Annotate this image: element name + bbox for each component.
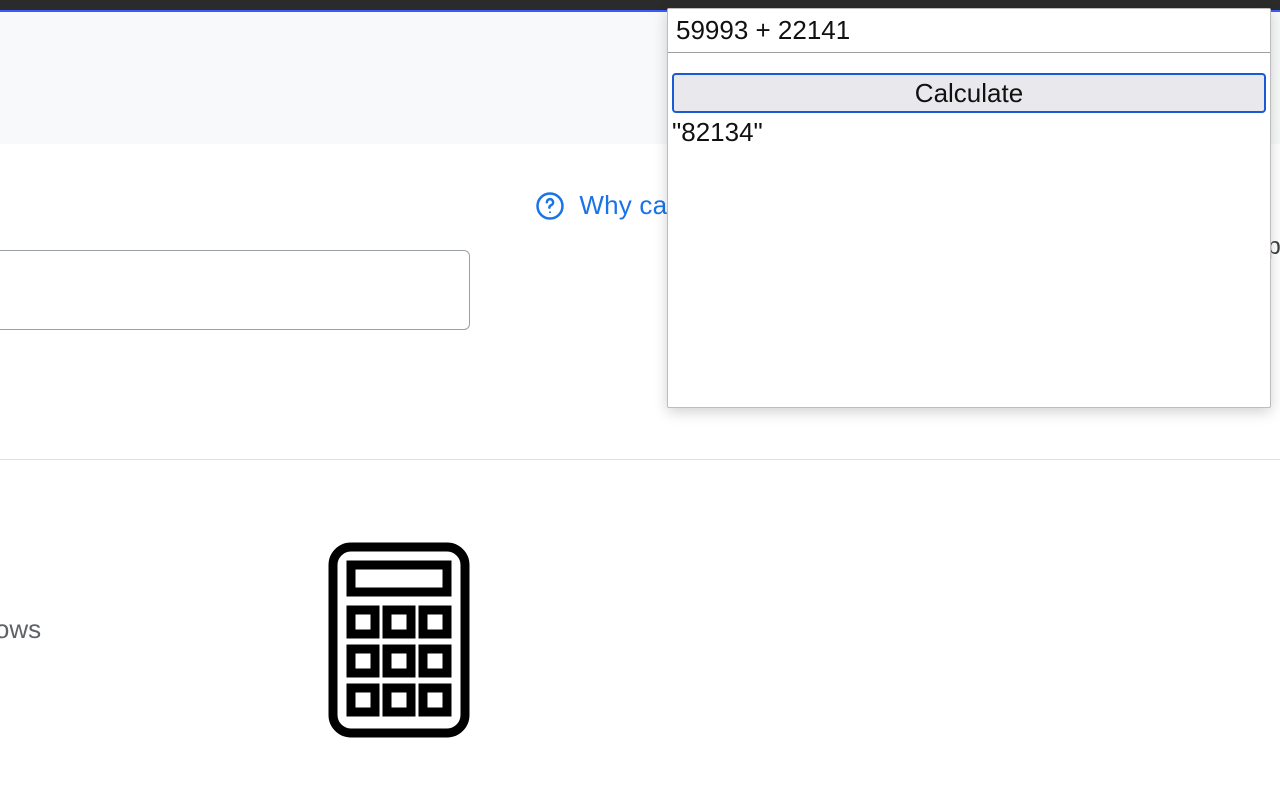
calculator-icon (324, 540, 474, 740)
calculate-button[interactable]: Calculate (672, 73, 1266, 113)
calculator-panel: Calculate "82134" (667, 8, 1271, 408)
section-divider (0, 459, 1280, 460)
language-select[interactable]: ted States) (0, 250, 470, 330)
follows-label-fragment: n follows (0, 614, 41, 645)
calculator-result: "82134" (668, 113, 1270, 148)
spacer (668, 53, 1270, 73)
help-circle-icon (535, 191, 565, 221)
calculator-expression-input[interactable] (668, 9, 1270, 53)
